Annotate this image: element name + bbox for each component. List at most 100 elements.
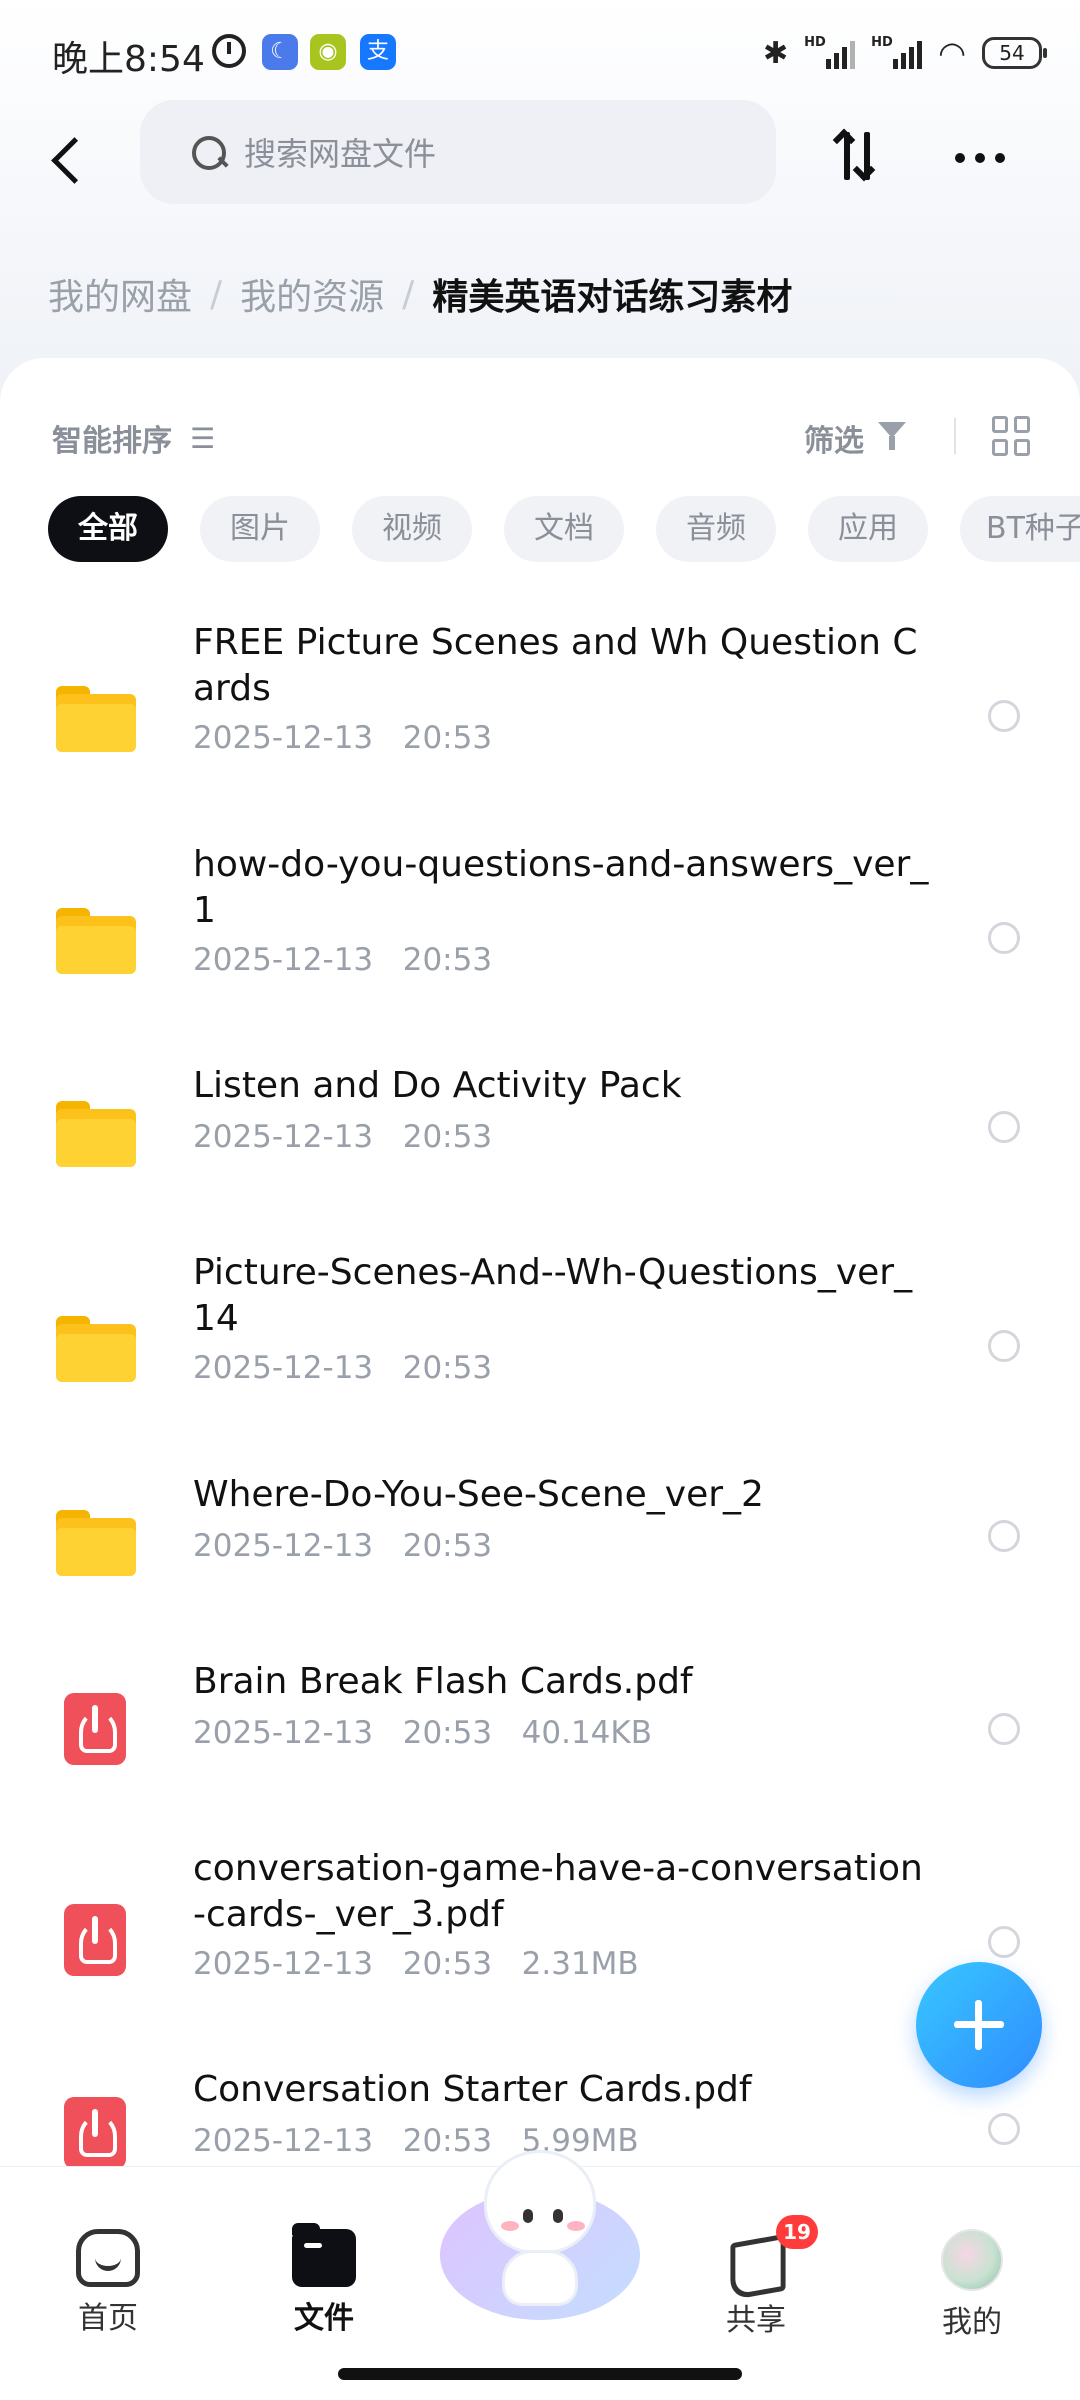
file-row[interactable]: Brain Break Flash Cards.pdf 2025-12-13 2… — [0, 1659, 1080, 1809]
file-row[interactable]: Where-Do-You-See-Scene_ver_2 2025-12-13 … — [0, 1472, 1080, 1622]
file-time: 20:53 — [402, 1946, 493, 1982]
file-time: 20:53 — [402, 942, 493, 978]
folder-icon — [56, 1510, 136, 1576]
file-meta: 2025-12-13 20:53 — [193, 1350, 492, 1386]
file-date: 2025-12-13 — [193, 1528, 374, 1564]
nav-home[interactable]: 首页 — [28, 2229, 188, 2337]
share-badge: 19 — [776, 2215, 818, 2249]
mascot-assistant-button[interactable] — [440, 2150, 640, 2320]
file-time: 20:53 — [402, 1350, 493, 1386]
chip-audio[interactable]: 音频 — [656, 496, 776, 562]
file-row[interactable]: FREE Picture Scenes and Wh Question Card… — [0, 620, 1080, 820]
nav-share-label: 共享 — [726, 2303, 786, 2338]
file-date: 2025-12-13 — [193, 1715, 374, 1751]
file-meta: 2025-12-13 20:53 — [193, 1119, 492, 1155]
nav-me[interactable]: 我的 — [892, 2229, 1052, 2341]
nav-files[interactable]: 文件 — [244, 2223, 404, 2337]
file-meta: 2025-12-13 20:53 40.14KB — [193, 1715, 652, 1751]
file-name: Conversation Starter Cards.pdf — [193, 2069, 752, 2110]
breadcrumb-item-my-resources[interactable]: 我的资源 — [240, 268, 384, 320]
pdf-icon — [64, 1904, 126, 1976]
file-date: 2025-12-13 — [193, 2123, 374, 2159]
file-name: how-do-you-questions-and-answers_ver_1 — [193, 844, 929, 931]
signal-2-icon: HD — [871, 35, 923, 69]
file-time: 20:53 — [402, 1119, 493, 1155]
file-date: 2025-12-13 — [193, 720, 374, 756]
add-button[interactable] — [916, 1962, 1042, 2088]
signal-1-icon: HD — [804, 35, 856, 69]
chip-images[interactable]: 图片 — [200, 496, 320, 562]
select-radio[interactable] — [988, 1926, 1020, 1958]
chip-videos[interactable]: 视频 — [352, 496, 472, 562]
file-meta: 2025-12-13 20:53 2.31MB — [193, 1946, 639, 1982]
alarm-icon — [212, 34, 246, 68]
nav-home-label: 首页 — [78, 2301, 138, 2336]
file-list-panel: 智能排序 ☰ 筛选 全部 图片 视频 文档 音频 应用 BT种子 FREE Pi… — [0, 358, 1080, 2169]
nav-files-label: 文件 — [294, 2301, 354, 2336]
file-date: 2025-12-13 — [193, 1946, 374, 1982]
filter-chips: 全部 图片 视频 文档 音频 应用 BT种子 — [48, 496, 1080, 562]
sort-lines-icon: ☰ — [190, 422, 216, 455]
breadcrumb-item-my-drive[interactable]: 我的网盘 — [48, 268, 192, 320]
bluetooth-icon: ✱ — [762, 35, 789, 71]
file-date: 2025-12-13 — [193, 1119, 374, 1155]
eye-app-icon: ◉ — [310, 34, 346, 70]
file-name: Where-Do-You-See-Scene_ver_2 — [193, 1474, 764, 1515]
file-name: conversation-game-have-a-conversation-ca… — [193, 1848, 923, 1935]
file-time: 20:53 — [402, 1528, 493, 1564]
folder-icon — [56, 1316, 136, 1382]
status-bar: 晚上8:54 ☾ ◉ 支 ✱ HD HD ◠ 54 — [0, 0, 1080, 100]
file-meta: 2025-12-13 20:53 — [193, 720, 492, 756]
file-size: 40.14KB — [521, 1715, 652, 1751]
file-row[interactable]: how-do-you-questions-and-answers_ver_1 2… — [0, 842, 1080, 1042]
folder-icon — [56, 908, 136, 974]
smart-sort-button[interactable]: 智能排序 — [52, 416, 172, 460]
back-button[interactable] — [40, 120, 120, 200]
select-radio[interactable] — [988, 2113, 1020, 2145]
folder-icon — [56, 686, 136, 752]
file-time: 20:53 — [402, 1715, 493, 1751]
select-radio[interactable] — [988, 1713, 1020, 1745]
file-row[interactable]: Picture-Scenes-And--Wh-Questions_ver_14 … — [0, 1250, 1080, 1450]
chip-apps[interactable]: 应用 — [808, 496, 928, 562]
transfer-sort-button[interactable] — [820, 118, 900, 198]
filter-button[interactable]: 筛选 — [804, 416, 864, 460]
chip-bt-torrents[interactable]: BT种子 — [960, 496, 1080, 562]
toolbar-divider — [954, 418, 956, 454]
select-radio[interactable] — [988, 1330, 1020, 1362]
search-input[interactable]: 搜索网盘文件 — [140, 100, 776, 204]
breadcrumb-separator: / — [210, 273, 223, 315]
file-row[interactable]: Listen and Do Activity Pack 2025-12-13 2… — [0, 1063, 1080, 1213]
select-radio[interactable] — [988, 922, 1020, 954]
sleep-app-icon: ☾ — [262, 34, 298, 70]
home-icon — [76, 2229, 140, 2287]
select-radio[interactable] — [988, 1520, 1020, 1552]
list-toolbar: 智能排序 ☰ 筛选 — [0, 408, 1080, 468]
file-meta: 2025-12-13 20:53 — [193, 942, 492, 978]
file-date: 2025-12-13 — [193, 1350, 374, 1386]
file-name: Picture-Scenes-And--Wh-Questions_ver_14 — [193, 1252, 913, 1339]
filter-icon — [878, 422, 914, 454]
file-icon — [292, 2223, 356, 2287]
pdf-icon — [64, 1693, 126, 1765]
pdf-icon — [64, 2097, 126, 2169]
select-radio[interactable] — [988, 700, 1020, 732]
file-name: Brain Break Flash Cards.pdf — [193, 1661, 693, 1702]
breadcrumb: 我的网盘 / 我的资源 / 精美英语对话练习素材 — [48, 268, 792, 320]
folder-icon — [56, 1101, 136, 1167]
search-icon — [190, 134, 226, 170]
file-date: 2025-12-13 — [193, 942, 374, 978]
file-meta: 2025-12-13 20:53 — [193, 1528, 492, 1564]
breadcrumb-current: 精美英语对话练习素材 — [432, 277, 793, 318]
breadcrumb-separator: / — [402, 273, 415, 315]
grid-view-icon[interactable] — [992, 416, 1032, 456]
alipay-app-icon: 支 — [360, 34, 396, 70]
home-indicator[interactable] — [338, 2368, 742, 2380]
chip-documents[interactable]: 文档 — [504, 496, 624, 562]
chip-all[interactable]: 全部 — [48, 496, 168, 562]
battery-indicator: 54 — [982, 37, 1047, 69]
more-options-button[interactable] — [940, 118, 1020, 198]
avatar-icon — [941, 2229, 1003, 2291]
select-radio[interactable] — [988, 1111, 1020, 1143]
nav-share[interactable]: 共享 — [676, 2229, 836, 2339]
